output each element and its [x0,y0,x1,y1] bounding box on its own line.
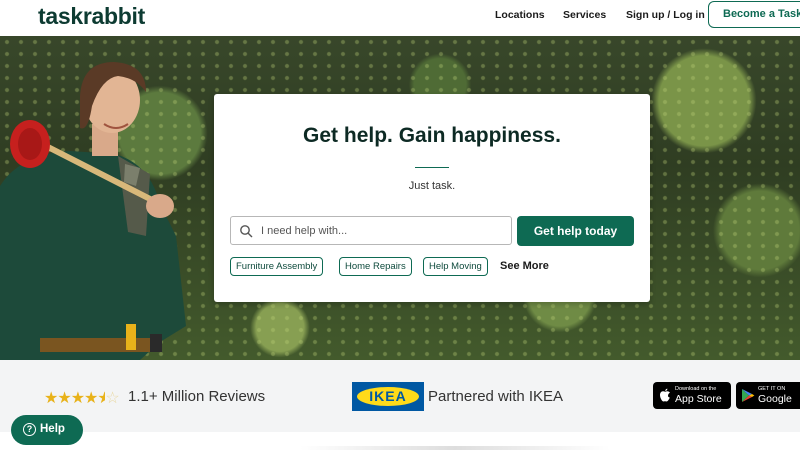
title-divider [415,167,449,168]
nav-signup-login[interactable]: Sign up / Log in [626,9,705,21]
rating-stars-icon: ★★★★★☆ [44,390,120,407]
ikea-logo: IKEA [352,382,424,411]
become-a-tasker-button[interactable]: Become a Task [708,1,800,28]
hero-search-card: Get help. Gain happiness. Just task. Get… [214,94,650,302]
search-icon [240,225,253,238]
app-store-button[interactable]: Download on the App Store [653,382,731,409]
help-button[interactable]: ? Help [11,415,83,445]
google-play-icon [742,389,755,402]
apple-icon [659,388,670,402]
nav-locations[interactable]: Locations [495,9,545,21]
section-divider [300,446,610,450]
trust-bar: ★★★★★☆ 1.1+ Million Reviews IKEA Partner… [0,360,800,432]
ikea-partner-text: Partnered with IKEA [428,388,564,405]
google-play-button[interactable]: GET IT ON Google [736,382,800,409]
hero-title: Get help. Gain happiness. [303,124,561,147]
chip-help-moving[interactable]: Help Moving [423,257,488,276]
chip-furniture-assembly[interactable]: Furniture Assembly [230,257,324,276]
taskrabbit-logo[interactable]: taskrabbit [38,3,145,30]
reviews-count: 1.1+ Million Reviews [128,388,266,405]
search-input[interactable] [261,219,507,242]
site-header: taskrabbit Locations Services Sign up / … [0,0,800,36]
see-more-link[interactable]: See More [500,260,549,272]
get-help-today-button[interactable]: Get help today [517,216,634,246]
taskrabbit-home: taskrabbit Locations Services Sign up / … [0,0,800,450]
nav-services[interactable]: Services [563,9,606,21]
hero-subtitle: Just task. [408,180,456,192]
search-box[interactable] [230,216,512,245]
question-circle-icon: ? [23,423,36,436]
hero-person-image [0,62,186,360]
hero-section: Get help. Gain happiness. Just task. Get… [0,36,800,360]
chip-home-repairs[interactable]: Home Repairs [339,257,412,276]
